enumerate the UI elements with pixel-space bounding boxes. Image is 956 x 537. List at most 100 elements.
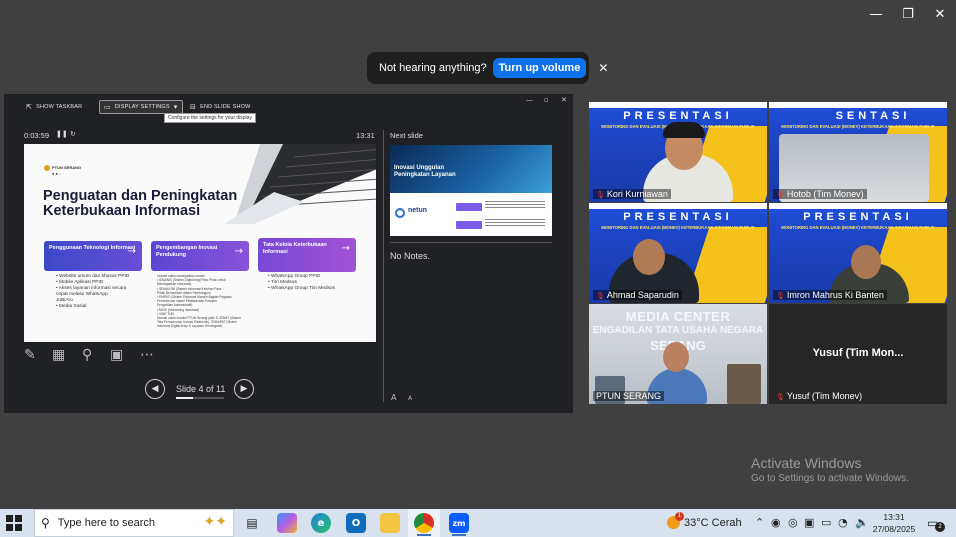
weather-widget[interactable]: 1 33°C Cerah — [667, 512, 742, 529]
slide-logo-text: PTUN SERANG — [52, 165, 82, 170]
next-slide-button[interactable]: ▶ — [234, 379, 254, 399]
zoom-app-icon[interactable]: zm — [449, 513, 469, 533]
arrow-right-icon: → — [127, 246, 136, 257]
clock[interactable]: 13:31 27/08/2025 — [871, 511, 917, 535]
end-slide-show-button[interactable]: ⊟ END SLIDE SHOW — [186, 100, 255, 114]
display-icon: ▭ — [104, 103, 111, 111]
search-input[interactable]: Type here to search — [58, 517, 155, 529]
arrow-right-icon: → — [234, 246, 243, 257]
screen-icon[interactable]: ▣ — [110, 347, 123, 363]
participant-tile[interactable]: PRESENTASI MONITORING DAN EVALUASI (MONE… — [769, 203, 947, 303]
restore-button[interactable]: ❐ — [894, 4, 922, 24]
taskbar-icon: ⇱ — [26, 103, 33, 111]
weather-text: 33°C Cerah — [684, 516, 742, 529]
slide-counter: Slide 4 of 11 — [176, 384, 226, 394]
participant-tile[interactable]: SENTASI MONITORING DAN EVALUASI (MONEV) … — [769, 102, 947, 202]
slide-progress-fill — [176, 397, 194, 399]
participant-name: 🎙 Ahmad Saparudin — [593, 290, 682, 300]
task-view-icon[interactable]: ▤ — [242, 513, 262, 533]
pen-tool-icon[interactable]: ✎ — [24, 347, 36, 363]
see-all-slides-icon[interactable]: ▦ — [52, 347, 65, 363]
meet-icon[interactable]: ▣ — [804, 516, 814, 529]
outlook-icon[interactable]: O — [346, 513, 366, 533]
close-window-button[interactable]: ✕ — [926, 4, 954, 24]
slide-list-inovasi: Inovasi untuk mewujudkan umum: • SIMANIS… — [157, 274, 241, 329]
pause-icon[interactable]: ❚❚ — [56, 130, 68, 138]
media-center-title: MEDIA CENTER — [625, 309, 731, 324]
webcam-icon[interactable]: ◎ — [788, 516, 798, 529]
zoom-icon[interactable]: ⚲ — [82, 347, 92, 363]
volume-icon[interactable]: 🔈 — [855, 516, 869, 529]
activate-windows-subtitle: Go to Settings to activate Windows. — [751, 473, 909, 484]
edge-browser-icon[interactable]: e — [311, 513, 331, 533]
muted-mic-icon: 🎙 — [776, 191, 785, 199]
slide-progress-bar — [176, 397, 224, 399]
slide-card-teknologi: Penggunaan Teknologi Informasi → — [44, 241, 142, 271]
slide-list-teknologi: • Website umum dan khusus PPID • Mobile … — [56, 274, 129, 310]
activate-windows-watermark: Activate Windows Go to Settings to activ… — [751, 455, 909, 484]
banner-title: SENTASI — [835, 110, 911, 122]
file-explorer-icon[interactable] — [380, 513, 400, 533]
previous-slide-button[interactable]: ◀ — [145, 379, 165, 399]
decrease-font-icon[interactable]: A — [408, 395, 412, 402]
participant-tile[interactable]: Yusuf (Tim Mon... 🎙 Yusuf (Tim Monev) — [769, 304, 947, 404]
participant-video-off-name: Yusuf (Tim Mon... — [812, 347, 904, 359]
participant-name: 🎙 Yusuf (Tim Monev) — [776, 391, 863, 401]
weather-sun-icon: 1 — [667, 512, 684, 529]
display-settings-button[interactable]: ▭ DISPLAY SETTINGS ▾ — [99, 100, 183, 114]
banner-title: PRESENTASI — [803, 211, 913, 223]
start-button[interactable] — [6, 515, 22, 531]
presenter-minimize-icon[interactable]: — — [526, 96, 533, 104]
weather-badge: 1 — [675, 512, 684, 521]
netun-logo-text: netun — [408, 207, 428, 214]
banner-subtitle: MONITORING DAN EVALUASI (MONEV) KETERBUK… — [781, 124, 935, 129]
next-slide-label: Next slide — [390, 131, 423, 140]
show-hidden-icons-icon[interactable]: ⌃ — [755, 516, 764, 529]
turn-up-volume-button[interactable]: Turn up volume — [492, 58, 587, 78]
notes-separator — [390, 242, 552, 243]
dropdown-icon: ▾ — [173, 103, 178, 111]
participant-head — [663, 342, 689, 372]
participant-name: PTUN SERANG — [593, 391, 665, 401]
minimize-button[interactable]: — — [862, 4, 890, 24]
reset-timer-icon[interactable]: ↻ — [70, 130, 76, 138]
banner-logo-strip — [769, 203, 947, 209]
more-options-icon[interactable]: ⋯ — [140, 347, 154, 363]
card-title: Penggunaan Teknologi Informasi — [49, 245, 136, 251]
slide-card-tata-kelola: Tata Kelola Keterbukaan Informasi → — [258, 238, 356, 272]
battery-icon[interactable]: ▭ — [821, 516, 831, 529]
next-slide-preview[interactable]: Inovasi Unggulan Peningkatan Layanan net… — [390, 145, 552, 236]
card-title: Pengembangan Inovasi Pendukung — [156, 245, 218, 258]
show-taskbar-button[interactable]: ⇱ SHOW TASKBAR — [22, 100, 86, 114]
participant-tile[interactable]: PRESENTASI MONITORING DAN EVALUASI (MONE… — [589, 102, 767, 202]
taskbar-date: 27/08/2025 — [872, 524, 916, 534]
presenter-restore-icon[interactable]: ▫ — [544, 96, 549, 104]
slide-list-tata-kelola: • WhatsApp Group PPID • Tim Medsos • Wha… — [268, 274, 335, 292]
participant-tile[interactable]: PRESENTASI MONITORING DAN EVALUASI (MONE… — [589, 203, 767, 303]
wifi-icon[interactable]: ◔ — [838, 516, 848, 529]
record-icon[interactable]: ◉ — [771, 516, 781, 529]
presenter-close-icon[interactable]: ✕ — [561, 96, 567, 104]
increase-font-icon[interactable]: A — [391, 393, 396, 402]
copilot-icon[interactable] — [277, 513, 297, 533]
presenter-view: ⇱ SHOW TASKBAR ▭ DISPLAY SETTINGS ▾ Conf… — [4, 94, 573, 413]
banner-subtitle: MONITORING DAN EVALUASI (MONEV) KETERBUK… — [781, 225, 935, 230]
card-title: Tata Kelola Keterbukaan Informasi — [263, 242, 327, 255]
muted-mic-icon: 🎙 — [776, 393, 785, 401]
search-highlight-icon: ✦✦ — [203, 514, 227, 530]
chrome-icon[interactable] — [414, 513, 434, 533]
notification-center-icon[interactable]: ▭ 2 — [927, 516, 945, 532]
participant-hair — [663, 122, 705, 138]
next-slide-pill — [456, 203, 482, 211]
taskbar-search[interactable]: ⚲ Type here to search ✦✦ — [34, 509, 234, 537]
activate-windows-title: Activate Windows — [751, 455, 862, 471]
banner-title: PRESENTASI — [623, 211, 733, 223]
list-item: Informasi Digital Arsip & Layanan Terint… — [157, 324, 223, 329]
banner-subtitle: MONITORING DAN EVALUASI (MONEV) KETERBUK… — [601, 225, 755, 230]
participant-tile-active[interactable]: MEDIA CENTER ENGADILAN TATA USAHA NEGARA… — [589, 304, 767, 404]
end-slide-show-label: END SLIDE SHOW — [200, 104, 251, 110]
close-notification-icon[interactable]: ✕ — [598, 61, 608, 75]
list-item: • Media Sosial — [56, 304, 87, 309]
current-time: 13:31 — [356, 131, 375, 140]
taskbar-time: 13:31 — [883, 512, 905, 522]
